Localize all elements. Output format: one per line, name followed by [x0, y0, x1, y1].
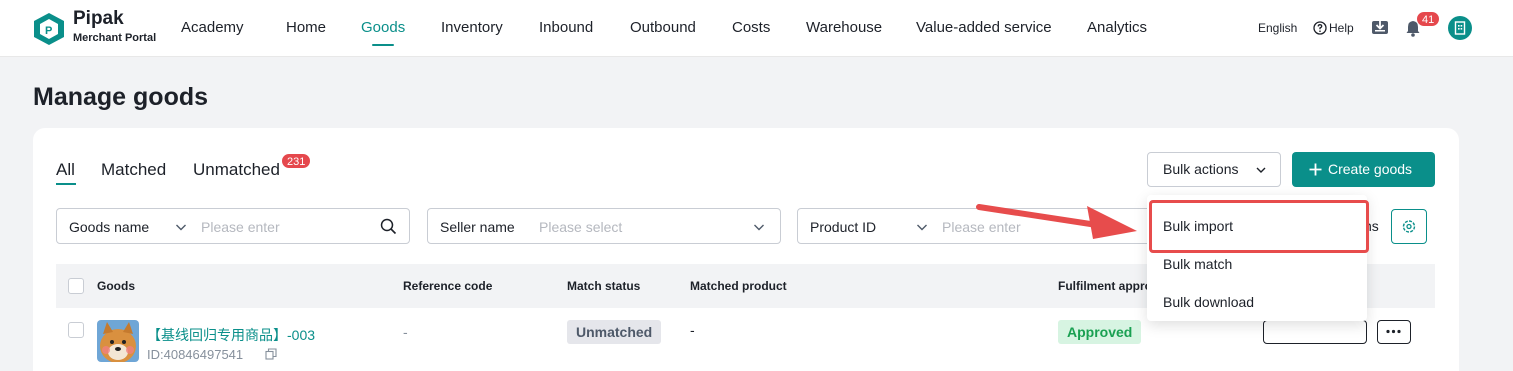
notification-badge: 41 [1416, 11, 1441, 27]
create-goods-label: Create goods [1328, 161, 1413, 177]
seller-name-select[interactable]: Please select [539, 219, 622, 235]
menu-item-bulk-match[interactable]: Bulk match [1163, 256, 1232, 272]
column-header-match-status[interactable]: Match status [567, 279, 640, 293]
search-icon[interactable] [380, 218, 397, 235]
match-status-badge: Unmatched [567, 320, 662, 344]
nav-item-outbound[interactable]: Outbound [630, 19, 696, 36]
reference-code-value: - [403, 324, 408, 340]
nav-item-home[interactable]: Home [286, 19, 326, 36]
fulfilment-status-badge: Approved [1058, 320, 1142, 344]
pipak-logo-icon[interactable]: P [33, 12, 65, 46]
svg-text:P: P [45, 25, 52, 37]
copy-icon[interactable] [265, 348, 277, 360]
settings-gear-icon [1402, 220, 1416, 233]
tab-matched[interactable]: Matched [101, 160, 166, 180]
user-avatar[interactable] [1448, 16, 1472, 40]
column-header-fulfilment[interactable]: Fulfilment appro [1058, 279, 1152, 293]
download-icon[interactable] [1370, 17, 1390, 37]
more-actions-button[interactable] [1377, 320, 1411, 344]
help-icon[interactable] [1313, 21, 1327, 35]
chevron-down-icon[interactable] [175, 222, 187, 232]
nav-item-inbound[interactable]: Inbound [539, 19, 593, 36]
annotation-arrow-icon [976, 204, 1137, 239]
chevron-down-icon[interactable] [916, 222, 928, 232]
bulk-actions-label: Bulk actions [1163, 161, 1239, 177]
row-checkbox[interactable] [68, 322, 84, 338]
chevron-down-icon[interactable] [753, 222, 765, 232]
column-settings-button[interactable] [1391, 209, 1427, 244]
unmatched-count-badge: 231 [281, 153, 312, 169]
column-header-matched-product[interactable]: Matched product [690, 279, 787, 293]
goods-thumbnail[interactable] [97, 320, 139, 362]
nav-item-value-added-service[interactable]: Value-added service [916, 19, 1052, 36]
nav-item-goods[interactable]: Goods [361, 19, 405, 36]
brand-name: Pipak [73, 8, 124, 29]
select-all-checkbox[interactable] [68, 278, 84, 294]
row-action-button[interactable] [1263, 320, 1367, 344]
seller-name-filter-label: Seller name [440, 219, 515, 235]
column-header-reference-code[interactable]: Reference code [403, 279, 492, 293]
product-id-filter-label: Product ID [810, 219, 877, 235]
tab-all[interactable]: All [56, 160, 75, 180]
more-dots-icon [1386, 329, 1401, 334]
nav-item-warehouse[interactable]: Warehouse [806, 19, 882, 36]
goods-name-input[interactable]: Please enter [201, 219, 280, 235]
building-icon [1454, 21, 1466, 35]
nav-item-costs[interactable]: Costs [732, 19, 770, 36]
nav-active-indicator [372, 44, 394, 46]
page-title: Manage goods [33, 83, 209, 111]
tab-unmatched[interactable]: Unmatched [193, 160, 280, 180]
seller-name-filter[interactable]: Seller name Please select [427, 208, 781, 244]
nav-item-inventory[interactable]: Inventory [441, 19, 503, 36]
tab-active-indicator [56, 183, 76, 185]
matched-product-value: - [690, 322, 695, 338]
chevron-down-icon [1256, 167, 1266, 173]
goods-id: ID:40846497541 [147, 347, 244, 362]
plus-icon [1309, 163, 1322, 176]
nav-item-academy[interactable]: Academy [181, 19, 244, 36]
goods-name-filter[interactable]: Goods name Please enter [56, 208, 410, 244]
brand-subtitle: Merchant Portal [73, 32, 157, 44]
nav-item-analytics[interactable]: Analytics [1087, 19, 1147, 36]
create-goods-button[interactable]: Create goods [1292, 152, 1435, 187]
bulk-actions-button[interactable]: Bulk actions [1147, 152, 1281, 187]
top-navigation: P Pipak Merchant Portal Academy Home Goo… [0, 0, 1513, 57]
dog-photo-image [97, 320, 139, 362]
highlight-annotation-box [1149, 200, 1369, 253]
column-header-goods[interactable]: Goods [97, 279, 135, 293]
goods-name-link[interactable]: 【基线回归专用商品】-003 [147, 325, 315, 345]
goods-name-filter-label: Goods name [69, 219, 150, 235]
language-switch[interactable]: English [1258, 21, 1297, 35]
menu-item-bulk-download[interactable]: Bulk download [1163, 294, 1254, 310]
help-link[interactable]: Help [1329, 21, 1354, 35]
